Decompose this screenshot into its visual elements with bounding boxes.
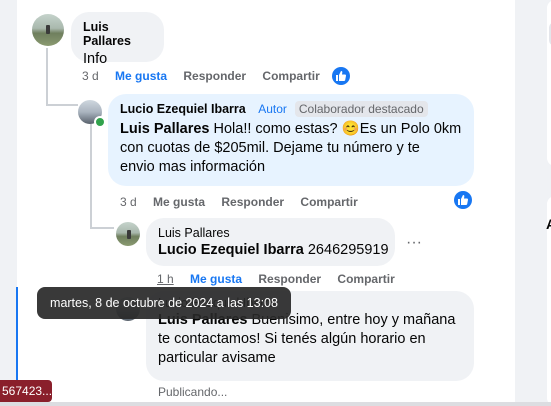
- thread-line: [90, 227, 114, 229]
- comment-text-line: 2646295919: [303, 242, 389, 258]
- comment-author[interactable]: Luis Pallares: [83, 20, 152, 48]
- comment-text: Lucio Ezequiel Ibarra 2646295919: [158, 241, 389, 260]
- thread-line: [46, 48, 48, 106]
- posting-status: Publicando...: [158, 385, 228, 399]
- comment-actions: 3 d Me gusta Responder Compartir: [82, 69, 333, 83]
- comment-text-line: envio mas información: [120, 159, 266, 175]
- comment-actions: 1 h Me gusta Responder Compartir: [157, 272, 408, 286]
- comment-actions: 3 d Me gusta Responder Compartir: [120, 195, 371, 209]
- like-button[interactable]: Me gusta: [153, 195, 205, 209]
- like-reaction-icon[interactable]: [332, 67, 350, 85]
- mention-link[interactable]: Lucio Ezequiel Ibarra: [158, 242, 304, 258]
- like-button[interactable]: Me gusta: [115, 69, 167, 83]
- comment-text: Info: [83, 51, 108, 67]
- comment-bubble: Lucio Ezequiel Ibarra Autor Colaborador d…: [108, 94, 474, 186]
- right-card-middle: [547, 58, 551, 166]
- more-options-icon[interactable]: ···: [406, 234, 422, 252]
- status-link[interactable]: 567423...: [0, 380, 52, 402]
- comment-bubble: Luis Pallares Info: [71, 12, 164, 67]
- reply-button[interactable]: Responder: [258, 272, 321, 286]
- author-badge: Autor: [258, 102, 287, 116]
- right-card-heading: A: [546, 216, 551, 232]
- comment-author[interactable]: Luis Pallares: [158, 226, 383, 240]
- comment-age[interactable]: 3 d: [82, 69, 99, 83]
- like-button[interactable]: Me gusta: [190, 272, 242, 286]
- reply-button[interactable]: Responder: [221, 195, 284, 209]
- thread-line: [46, 104, 78, 106]
- timestamp-tooltip: martes, 8 de octubre de 2024 a las 13:08: [37, 287, 291, 319]
- horizontal-scrollbar[interactable]: [0, 402, 551, 406]
- online-status-icon: [94, 116, 106, 128]
- share-button[interactable]: Compartir: [337, 272, 394, 286]
- comment-text-line: particular avisame: [158, 350, 276, 366]
- avatar[interactable]: [32, 14, 64, 46]
- like-reaction-icon[interactable]: [454, 191, 472, 209]
- avatar[interactable]: [116, 222, 140, 246]
- comment-text-line: te contactamos! Si tenés algún horario e…: [158, 331, 426, 347]
- share-button[interactable]: Compartir: [262, 69, 319, 83]
- top-contributor-badge: Colaborador destacado: [294, 101, 428, 117]
- comment-bubble: Luis Pallares Lucio Ezequiel Ibarra 2646…: [146, 218, 395, 266]
- comment-text: Luis Pallares Buenisimo, entre hoy y mañ…: [158, 311, 462, 368]
- comment-text-line: Hola!! como estas? 😊Es un Polo 0km: [209, 121, 462, 137]
- comment-text: Luis Pallares Hola!! como estas? 😊Es un …: [120, 120, 462, 177]
- reply-button[interactable]: Responder: [183, 69, 246, 83]
- mention-link[interactable]: Luis Pallares: [120, 121, 209, 137]
- comment-age[interactable]: 1 h: [157, 272, 174, 286]
- comment-text-line: con cuotas de $205mil. Dejame tu número …: [120, 140, 420, 156]
- share-button[interactable]: Compartir: [300, 195, 357, 209]
- comment-author[interactable]: Lucio Ezequiel Ibarra: [120, 102, 246, 116]
- thread-line: [90, 124, 92, 228]
- comment-age[interactable]: 3 d: [120, 195, 137, 209]
